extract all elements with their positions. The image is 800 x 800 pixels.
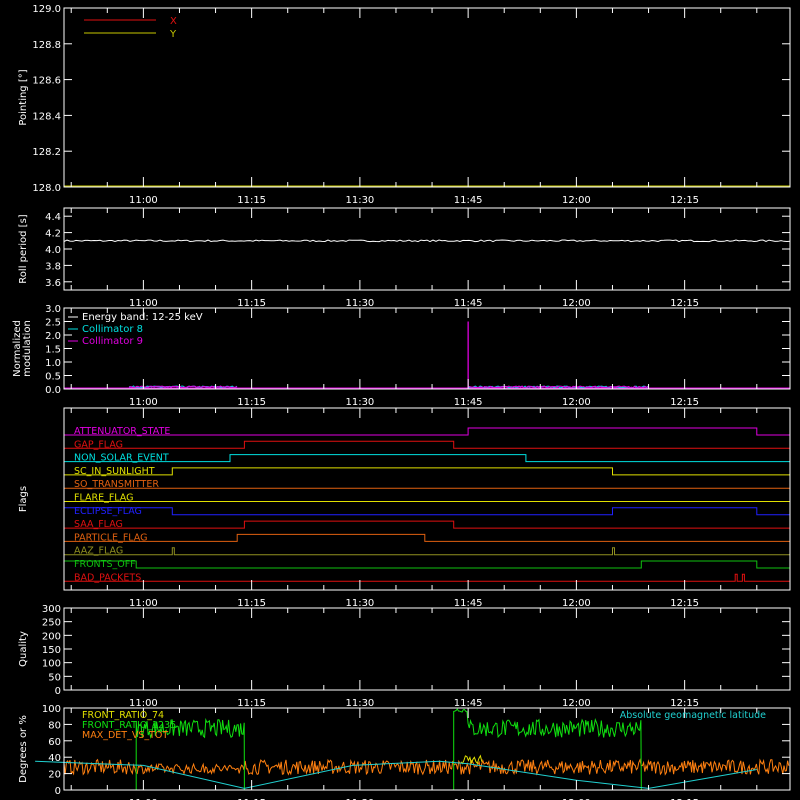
time-tick-label: 11:30 bbox=[345, 598, 374, 609]
y-tick-label: 3.8 bbox=[45, 261, 61, 272]
y-axis-label: modulation bbox=[22, 320, 33, 377]
flag-label: ECLIPSE_FLAG bbox=[74, 506, 142, 517]
legend-label: Absolute geomagnetic latitude bbox=[620, 710, 766, 721]
time-tick-label: 11:15 bbox=[237, 195, 266, 206]
y-tick-label: 20 bbox=[48, 770, 61, 781]
time-tick-label: 11:45 bbox=[454, 598, 483, 609]
y-axis-label: Quality bbox=[18, 631, 29, 667]
y-axis-label: Pointing [°] bbox=[18, 69, 29, 125]
y-tick-label: 100 bbox=[42, 704, 61, 715]
time-tick-label: 11:15 bbox=[237, 298, 266, 309]
flag-label: AAZ_FLAG bbox=[74, 546, 123, 557]
y-tick-label: 128.0 bbox=[32, 183, 61, 194]
y-tick-label: 3.0 bbox=[45, 304, 61, 315]
y-tick-label: 0 bbox=[55, 686, 61, 697]
y-tick-label: 80 bbox=[48, 720, 61, 731]
time-tick-label: 11:00 bbox=[129, 698, 158, 709]
legend-label: Collimator 9 bbox=[82, 336, 143, 347]
y-tick-label: 2.5 bbox=[45, 318, 61, 329]
y-axis-label: Degrees or % bbox=[18, 715, 29, 783]
y-tick-label: 4.4 bbox=[45, 212, 61, 223]
y-tick-label: 200 bbox=[42, 631, 61, 642]
y-tick-label: 0.0 bbox=[45, 385, 61, 396]
y-tick-label: 50 bbox=[48, 672, 61, 683]
y-tick-label: 2.0 bbox=[45, 331, 61, 342]
time-tick-label: 11:15 bbox=[237, 698, 266, 709]
y-axis-label: Roll period [s] bbox=[18, 214, 29, 283]
y-tick-label: 250 bbox=[42, 618, 61, 629]
time-tick-label: 12:15 bbox=[670, 698, 699, 709]
time-tick-label: 11:30 bbox=[345, 397, 374, 408]
y-tick-label: 150 bbox=[42, 645, 61, 656]
time-tick-label: 11:45 bbox=[454, 397, 483, 408]
y-tick-label: 0.5 bbox=[45, 372, 61, 383]
flag-label: SO_TRANSMITTER bbox=[74, 479, 159, 490]
y-tick-label: 128.6 bbox=[32, 76, 61, 87]
y-tick-label: 300 bbox=[42, 604, 61, 615]
y-tick-label: 129.0 bbox=[32, 4, 61, 15]
time-tick-label: 11:30 bbox=[345, 298, 374, 309]
y-tick-label: 60 bbox=[48, 737, 61, 748]
legend-label: Collimator 8 bbox=[82, 324, 143, 335]
y-tick-label: 0 bbox=[55, 786, 61, 797]
time-tick-label: 11:00 bbox=[129, 598, 158, 609]
flag-label: GAP_FLAG bbox=[74, 439, 123, 450]
flag-label: PARTICLE_FLAG bbox=[74, 532, 147, 543]
legend-title: Energy band: 12-25 keV bbox=[82, 312, 203, 323]
time-tick-label: 11:15 bbox=[237, 598, 266, 609]
time-tick-label: 12:00 bbox=[562, 195, 591, 206]
time-tick-label: 11:30 bbox=[345, 195, 374, 206]
rhessi-quicklook-figure: 11:00 11:15 11:30 11:45 12:00 12:15 11:00 11:15… bbox=[0, 0, 800, 800]
y-tick-label: 40 bbox=[48, 753, 61, 764]
time-tick-label: 11:45 bbox=[454, 195, 483, 206]
time-tick-label: 12:15 bbox=[670, 397, 699, 408]
time-tick-label: 12:00 bbox=[562, 298, 591, 309]
flag-label: FRONTS_OFF bbox=[74, 559, 136, 570]
time-tick-label: 12:15 bbox=[670, 298, 699, 309]
y-tick-label: 4.0 bbox=[45, 245, 61, 256]
time-tick-label: 12:15 bbox=[670, 598, 699, 609]
legend-label: Y bbox=[169, 29, 177, 40]
flag-label: NON_SOLAR_EVENT bbox=[74, 453, 169, 464]
flag-label: SAA_FLAG bbox=[74, 519, 123, 530]
flag-label: SC_IN_SUNLIGHT bbox=[74, 466, 155, 477]
y-tick-label: 128.8 bbox=[32, 40, 61, 51]
y-tick-label: 1.5 bbox=[45, 345, 61, 356]
y-tick-label: 4.2 bbox=[45, 229, 61, 240]
flag-label: BAD_PACKETS bbox=[74, 572, 141, 583]
flag-label: ATTENUATOR_STATE bbox=[74, 426, 170, 437]
legend-label: MAX_DET_VS_TOT bbox=[82, 730, 168, 741]
y-tick-label: 128.4 bbox=[32, 111, 61, 122]
y-tick-label: 3.6 bbox=[45, 278, 61, 289]
time-tick-label: 11:00 bbox=[129, 397, 158, 408]
time-tick-label: 12:00 bbox=[562, 698, 591, 709]
time-tick-label: 11:45 bbox=[454, 698, 483, 709]
y-tick-label: 1.0 bbox=[45, 358, 61, 369]
legend-label: X bbox=[170, 16, 177, 27]
time-tick-label: 12:00 bbox=[562, 598, 591, 609]
time-tick-label: 11:45 bbox=[454, 298, 483, 309]
y-axis-label: Flags bbox=[18, 486, 29, 512]
time-tick-label: 12:00 bbox=[562, 397, 591, 408]
time-tick-label: 11:00 bbox=[129, 195, 158, 206]
y-tick-label: 128.2 bbox=[32, 147, 61, 158]
time-tick-label: 12:15 bbox=[670, 195, 699, 206]
time-tick-label: 11:00 bbox=[129, 298, 158, 309]
flag-label: FLARE_FLAG bbox=[74, 493, 134, 504]
time-tick-label: 11:30 bbox=[345, 698, 374, 709]
y-tick-label: 100 bbox=[42, 659, 61, 670]
time-tick-label: 11:15 bbox=[237, 397, 266, 408]
